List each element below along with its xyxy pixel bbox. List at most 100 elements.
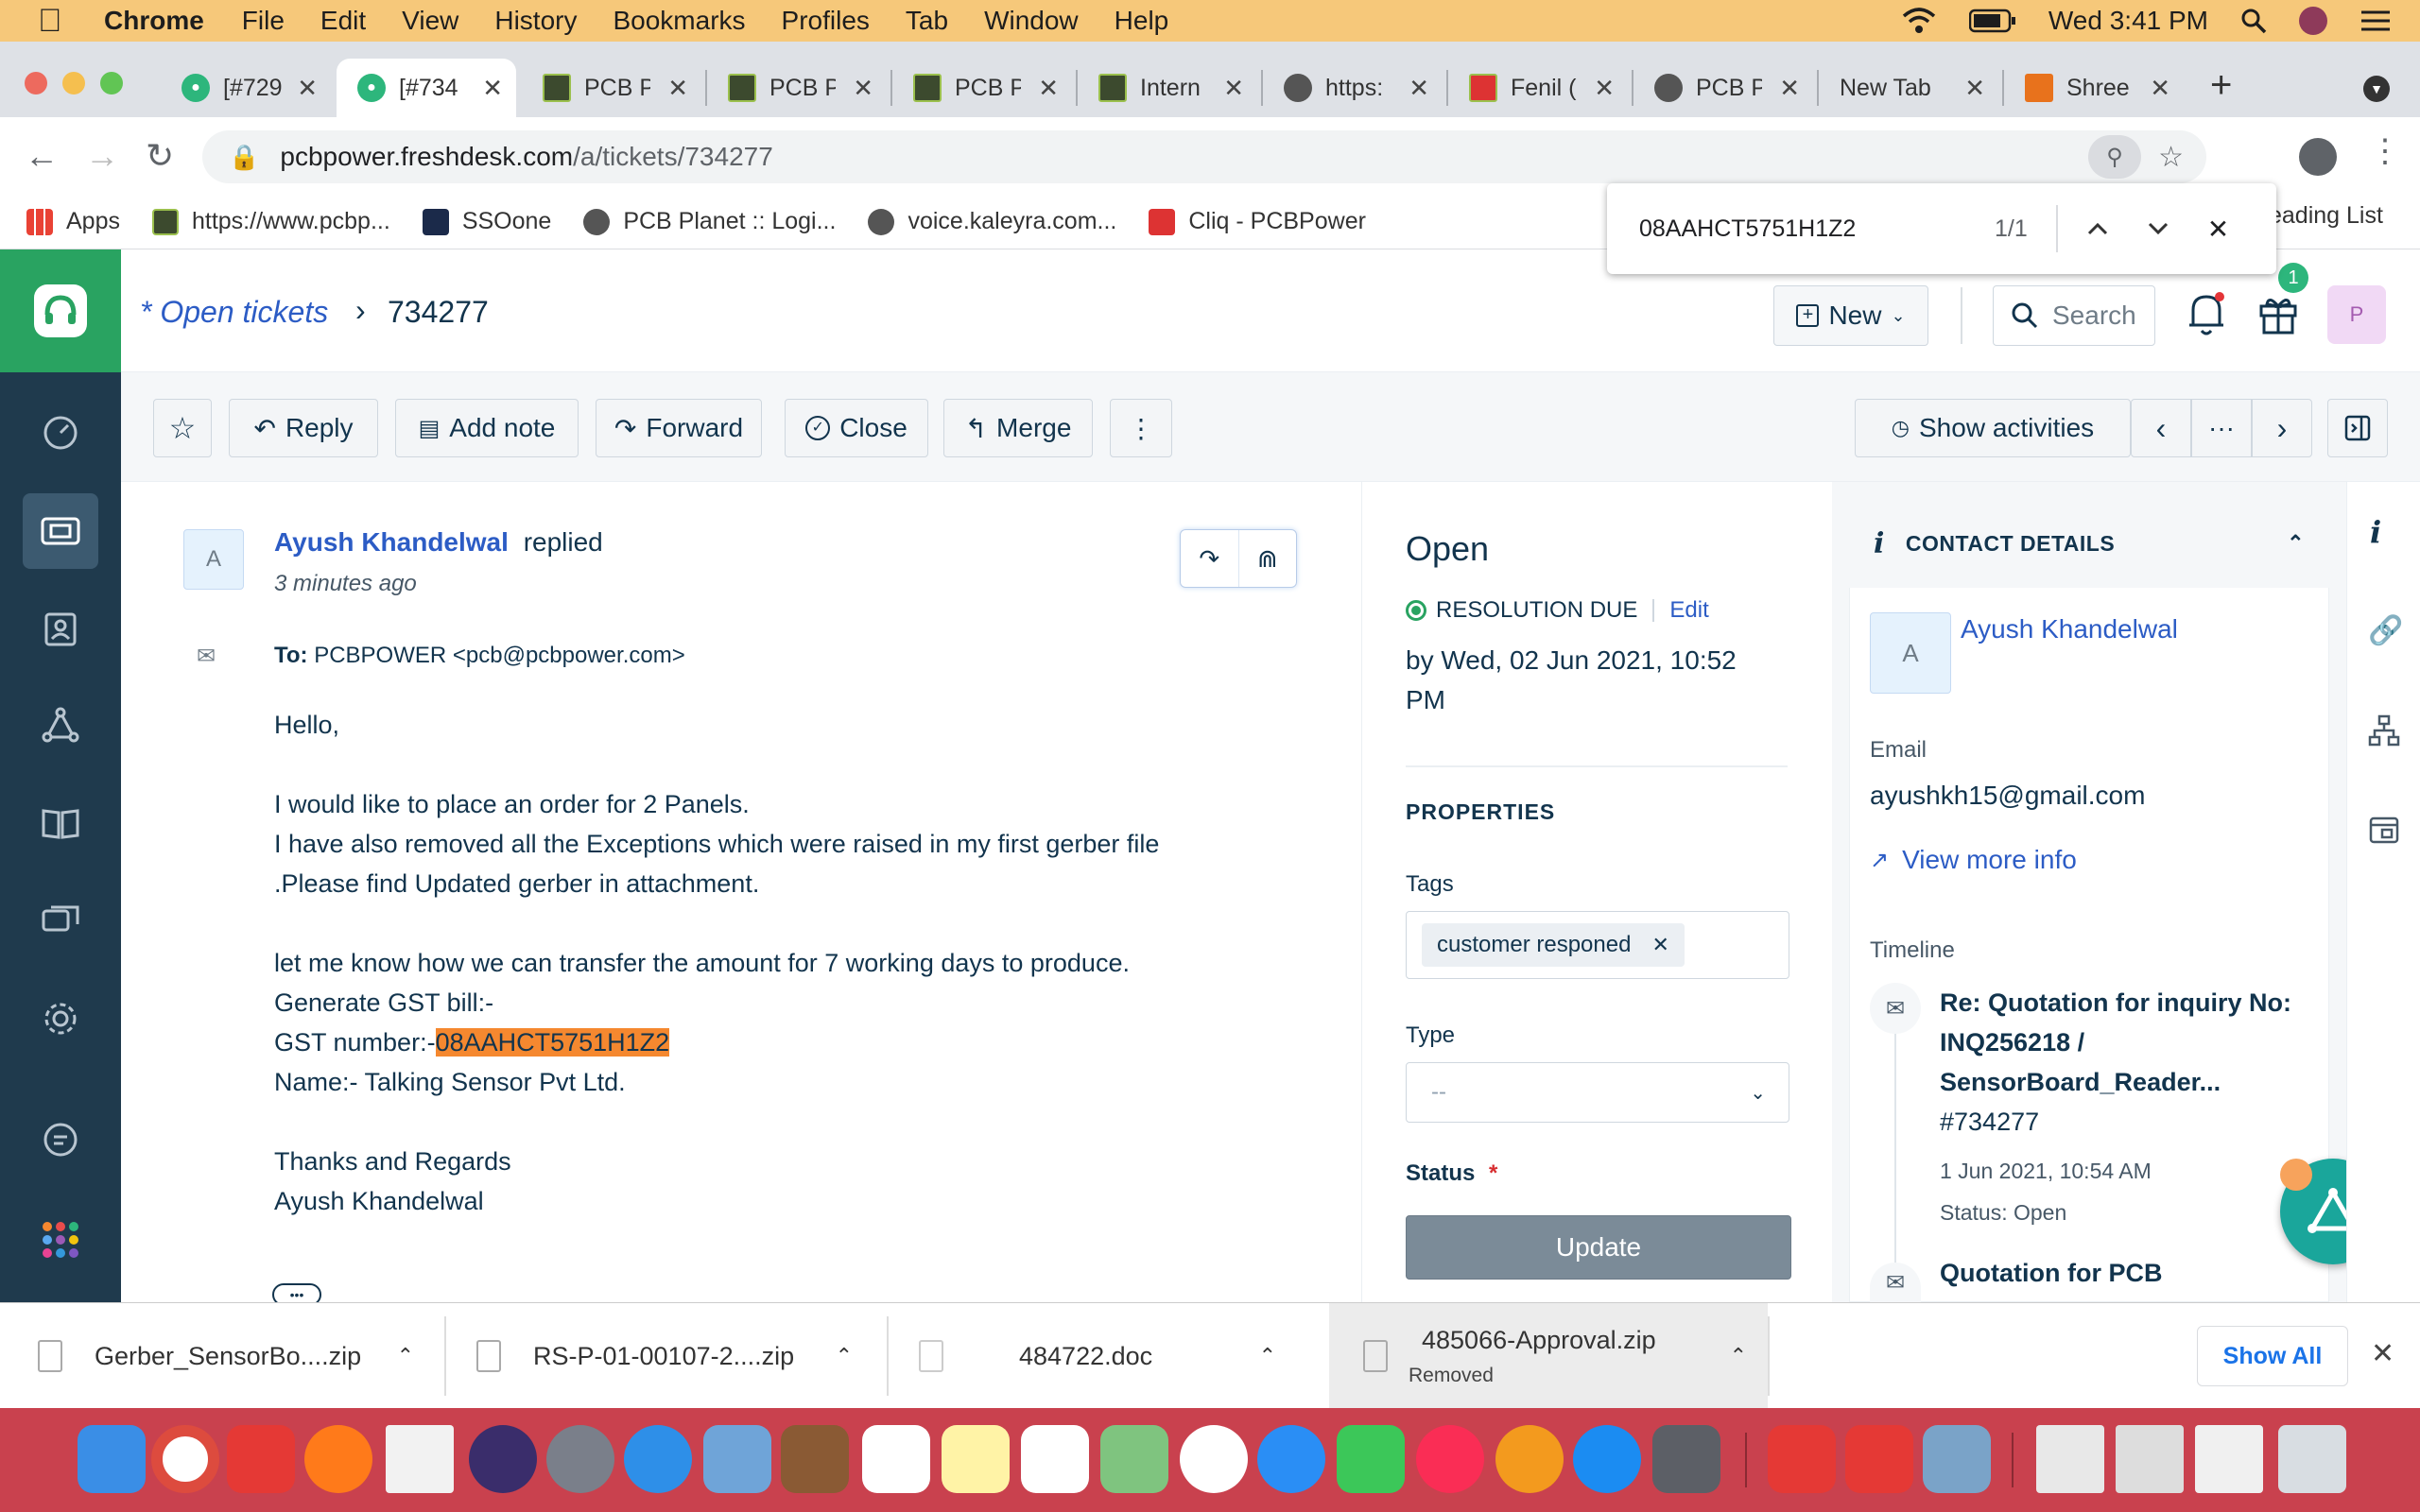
timeline-item-title[interactable]: Quotation for PCB <box>1940 1259 2162 1288</box>
show-all-downloads-button[interactable]: Show All <box>2197 1326 2348 1386</box>
tags-input[interactable]: customer responed ✕ <box>1406 911 1789 979</box>
bookmark-star-icon[interactable]: ☆ <box>2158 141 2184 174</box>
search-button[interactable]: Search <box>1993 285 2155 346</box>
user-avatar[interactable]: P <box>2327 285 2386 344</box>
siri-icon[interactable] <box>469 1425 537 1493</box>
find-input[interactable]: 08AAHCT5751H1Z2 <box>1639 215 1979 243</box>
tab-close-icon[interactable]: ✕ <box>1594 74 1615 103</box>
tab-close-icon[interactable]: ✕ <box>2150 74 2170 103</box>
link-icon[interactable]: 🔗 <box>2368 614 2403 647</box>
knowledge-base-book-icon[interactable] <box>23 786 98 862</box>
screenshot-icon[interactable] <box>1923 1425 1991 1493</box>
downloads-stack-icon[interactable] <box>2116 1425 2184 1493</box>
reload-icon[interactable]: ↻ <box>146 136 174 176</box>
anydesk-icon[interactable] <box>1768 1425 1836 1493</box>
download-item[interactable]: Gerber_SensorBo....zip ⌃ <box>38 1303 435 1409</box>
tab-close-icon[interactable]: ✕ <box>667 74 688 103</box>
reply-button[interactable]: ↶ Reply <box>229 399 378 457</box>
browser-tab[interactable]: Shree ✕ <box>2004 59 2184 117</box>
tag-remove-icon[interactable]: ✕ <box>1651 933 1668 957</box>
new-tab-plus-icon[interactable]: + <box>2210 64 2232 107</box>
window-minimize-button[interactable] <box>62 72 85 94</box>
notification-bell-icon[interactable] <box>2186 289 2227 338</box>
reminders-icon[interactable] <box>1021 1425 1089 1493</box>
view-more-info-link[interactable]: ↗ View more info <box>1870 845 2077 875</box>
breadcrumb-open-tickets[interactable]: * Open tickets <box>140 295 328 330</box>
tab-close-icon[interactable]: ✕ <box>1779 74 1800 103</box>
back-arrow-icon[interactable]: ← <box>25 136 59 176</box>
menu-window[interactable]: Window <box>984 6 1079 36</box>
preview-icon[interactable] <box>703 1425 771 1493</box>
anydesk-icon[interactable] <box>1845 1425 1913 1493</box>
contacts-icon[interactable] <box>23 592 98 667</box>
tab-close-icon[interactable]: ✕ <box>1223 74 1244 103</box>
anydesk-icon[interactable] <box>227 1425 295 1493</box>
system-preferences-icon[interactable] <box>1652 1425 1720 1493</box>
bookmark-kaleyra[interactable]: voice.kaleyra.com... <box>868 208 1116 235</box>
messages-icon[interactable] <box>1257 1425 1325 1493</box>
contacts-book-icon[interactable] <box>781 1425 849 1493</box>
bookmark-pcbpower[interactable]: https://www.pcbp... <box>151 208 390 235</box>
close-downloads-icon[interactable]: ✕ <box>2371 1337 2394 1370</box>
chat-bubble-icon[interactable] <box>23 1102 98 1177</box>
more-actions-button[interactable]: ⋮ <box>1110 399 1172 457</box>
show-activities-button[interactable]: ◷ Show activities <box>1855 399 2131 457</box>
launchpad-icon[interactable] <box>546 1425 614 1493</box>
download-chevron-up-icon[interactable]: ⌃ <box>397 1344 414 1368</box>
books-icon[interactable] <box>1495 1425 1564 1493</box>
tab-close-icon[interactable]: ✕ <box>482 74 503 103</box>
toggle-sidebar-button[interactable] <box>2327 399 2388 457</box>
wifi-icon[interactable] <box>1901 7 1937 35</box>
edit-due-link[interactable]: Edit <box>1669 597 1708 624</box>
siri-icon[interactable] <box>2299 7 2327 35</box>
menu-view[interactable]: View <box>402 6 458 36</box>
browser-tab[interactable]: https: ✕ <box>1263 59 1443 117</box>
type-select[interactable]: -- ⌄ <box>1406 1062 1789 1123</box>
spotlight-search-icon[interactable] <box>2240 8 2267 34</box>
next-ticket-button[interactable]: › <box>2252 399 2312 457</box>
download-chevron-up-icon[interactable]: ⌃ <box>1730 1344 1747 1368</box>
tab-close-icon[interactable]: ✕ <box>297 74 318 103</box>
timeline-item-title[interactable]: Re: Quotation for inquiry No: INQ256218 … <box>1940 983 2291 1142</box>
firefox-icon[interactable] <box>304 1425 372 1493</box>
browser-tab-active[interactable]: ● [#734 ✕ <box>337 59 516 117</box>
dashboard-icon[interactable] <box>23 395 98 471</box>
find-prev-chevron-up-icon[interactable] <box>2086 221 2109 236</box>
tab-close-icon[interactable]: ✕ <box>853 74 873 103</box>
window-zoom-button[interactable] <box>100 72 123 94</box>
download-item[interactable]: RS-P-01-00107-2....zip ⌃ <box>476 1303 873 1409</box>
forward-arrow-icon[interactable]: → <box>85 136 119 176</box>
tab-search-chevron-icon[interactable]: ▼ <box>2363 76 2390 102</box>
chrome-icon[interactable] <box>151 1425 219 1493</box>
gift-icon[interactable] <box>2256 291 2301 336</box>
browser-tab[interactable]: ● [#729 ✕ <box>161 59 331 117</box>
apple-icon[interactable]:  <box>38 3 76 40</box>
control-center-icon[interactable] <box>2360 8 2392 34</box>
menu-edit[interactable]: Edit <box>320 6 366 36</box>
battery-icon[interactable] <box>1968 9 2016 33</box>
prev-ticket-button[interactable]: ‹ <box>2131 399 2191 457</box>
bookmark-ssoone[interactable]: SSOone <box>422 208 551 235</box>
download-chevron-up-icon[interactable]: ⌃ <box>836 1344 853 1368</box>
facetime-icon[interactable] <box>1337 1425 1405 1493</box>
maps-icon[interactable] <box>1100 1425 1168 1493</box>
freshdesk-logo[interactable] <box>0 249 121 372</box>
ticket-list-button[interactable]: ··· <box>2191 399 2252 457</box>
download-item-removed[interactable]: 485066-Approval.zip Removed ⌃ <box>1329 1303 1768 1409</box>
chrome-menu-icon[interactable]: ⋮ <box>2369 132 2401 170</box>
download-chevron-up-icon[interactable]: ⌃ <box>1259 1344 1276 1368</box>
find-next-chevron-down-icon[interactable] <box>2147 221 2169 236</box>
groups-icon[interactable] <box>23 688 98 764</box>
menu-profiles[interactable]: Profiles <box>782 6 870 36</box>
safari-icon[interactable] <box>624 1425 692 1493</box>
contact-card-header[interactable]: i CONTACT DETAILS ⌃ <box>1849 499 2329 588</box>
settings-gear-icon[interactable] <box>23 981 98 1057</box>
info-icon[interactable]: i <box>2370 514 2381 550</box>
menu-help[interactable]: Help <box>1115 6 1169 36</box>
app-store-icon[interactable] <box>1573 1425 1641 1493</box>
merge-button[interactable]: ↰ Merge <box>943 399 1093 457</box>
profile-avatar-icon[interactable] <box>2299 138 2337 176</box>
browser-tab[interactable]: PCB P ✕ <box>707 59 887 117</box>
find-close-icon[interactable]: ✕ <box>2207 214 2229 245</box>
window-close-button[interactable] <box>25 72 47 94</box>
